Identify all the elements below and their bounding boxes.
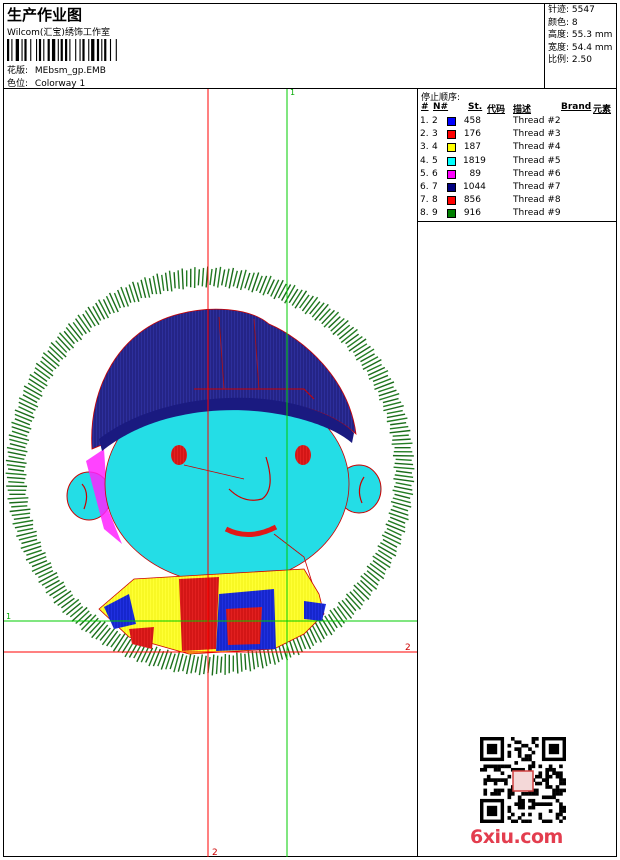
color-swatch — [447, 117, 456, 126]
color-swatch — [447, 130, 456, 140]
right-eye — [295, 445, 311, 465]
color-swatch — [447, 143, 456, 153]
row-needle: 3 — [432, 129, 438, 140]
row-num: 8. — [420, 208, 429, 219]
row-needle: 4 — [432, 142, 438, 153]
legend-row: 7. 8 856 Thread #8 — [419, 194, 617, 207]
col-brand: Brand — [561, 102, 592, 112]
stat-stitches: 针迹: 5547 — [548, 5, 595, 15]
row-num: 5. — [420, 168, 429, 179]
watermark-logo: 6xiu.com — [470, 826, 563, 848]
row-desc: Thread #3 — [513, 129, 561, 140]
col-needle: N# — [433, 102, 449, 112]
row-needle: 9 — [432, 208, 438, 219]
col-num: # — [421, 102, 429, 112]
design-name: 花版: MEbsm_gp.EMB — [7, 63, 106, 76]
design-preview: 1 1 2 2 — [4, 89, 417, 857]
color-swatch — [447, 209, 456, 219]
row-num: 1. — [420, 116, 429, 126]
stat-scale: 比例: 2.50 — [548, 55, 592, 66]
row-needle: 2 — [432, 116, 438, 126]
legend-row: 3. 4 187 Thread #4 — [419, 141, 617, 154]
thread-legend: 停止顺序: # N# St. 代码 描述 Brand 元素 1. 2 458 Thre… — [419, 89, 617, 221]
color-swatch — [447, 196, 456, 206]
row-needle: 7 — [432, 182, 438, 192]
row-needle: 8 — [432, 195, 438, 206]
legend-row: 6. 7 1044 Thread #7 — [419, 181, 617, 194]
row-desc: Thread #5 — [513, 155, 561, 166]
row-desc: Thread #7 — [513, 182, 561, 192]
guide-label-v-red: 2 — [212, 848, 218, 857]
row-desc: Thread #6 — [513, 168, 561, 179]
design-value: MEbsm_gp.EMB — [34, 66, 106, 76]
row-desc: Thread #4 — [513, 142, 561, 153]
left-eye — [171, 445, 187, 465]
col-element: 元素 — [593, 105, 612, 115]
row-stitches: 89 — [469, 168, 481, 179]
guide-label-v-green: 1 — [290, 89, 295, 97]
row-num: 4. — [420, 155, 429, 166]
legend-divider — [418, 221, 617, 222]
row-stitches: 176 — [463, 129, 481, 140]
col-stitches: St. — [468, 102, 483, 112]
row-stitches: 187 — [463, 142, 481, 153]
row-desc: Thread #2 — [513, 116, 561, 126]
guide-label-h-green: 1 — [6, 612, 11, 621]
stat-colors: 颜色: 8 — [548, 17, 578, 28]
shirt-stripe-red — [179, 577, 219, 651]
col-desc: 描述 — [513, 105, 532, 115]
embroidery-canvas: 1 1 2 2 — [4, 89, 417, 857]
stats-panel: 针迹: 5547 颜色: 8 高度: 55.3 mm 宽度: 54.4 mm 比… — [544, 4, 617, 88]
stat-width: 宽度: 54.4 mm — [548, 42, 613, 53]
col-code: 代码 — [487, 105, 506, 115]
legend-header: # N# St. 代码 描述 Brand 元素 — [419, 102, 617, 115]
legend-row: 2. 3 176 Thread #3 — [419, 128, 617, 141]
legend-row: 5. 6 89 Thread #6 — [419, 168, 617, 181]
row-needle: 5 — [432, 155, 438, 166]
guide-label-h-red: 2 — [405, 643, 411, 653]
row-num: 3. — [420, 142, 429, 153]
color-swatch — [447, 169, 456, 179]
color-swatch — [447, 156, 456, 166]
legend-row: 1. 2 458 Thread #2 — [419, 115, 617, 128]
right-sleeve — [304, 601, 326, 621]
color-swatch — [447, 183, 456, 192]
legend-row: 8. 9 916 Thread #9 — [419, 207, 617, 220]
stat-height: 高度: 55.3 mm — [548, 30, 613, 41]
legend-row: 4. 5 1819 Thread #5 — [419, 155, 617, 168]
barcode — [7, 39, 117, 61]
row-stitches: 1044 — [463, 182, 486, 192]
company-name: Wilcom(汇宝)绣饰工作室 — [7, 28, 110, 38]
qr-code — [480, 737, 566, 823]
row-num: 7. — [420, 195, 429, 206]
design-label: 花版: — [7, 66, 29, 76]
row-num: 6. — [420, 182, 429, 192]
page-title: 生产作业图 — [7, 6, 83, 24]
row-desc: Thread #9 — [513, 208, 561, 219]
row-needle: 6 — [432, 168, 438, 179]
row-num: 2. — [420, 129, 429, 140]
row-stitches: 1819 — [463, 155, 486, 166]
header-info: 生产作业图 Wilcom(汇宝)绣饰工作室 花版: MEbsm_gp.EMB 色… — [4, 4, 544, 89]
row-stitches: 916 — [463, 208, 481, 219]
row-stitches: 458 — [463, 116, 481, 126]
panel-divider — [417, 88, 418, 857]
row-desc: Thread #8 — [513, 195, 561, 206]
shirt-patch — [226, 607, 262, 645]
row-stitches: 856 — [463, 195, 481, 206]
